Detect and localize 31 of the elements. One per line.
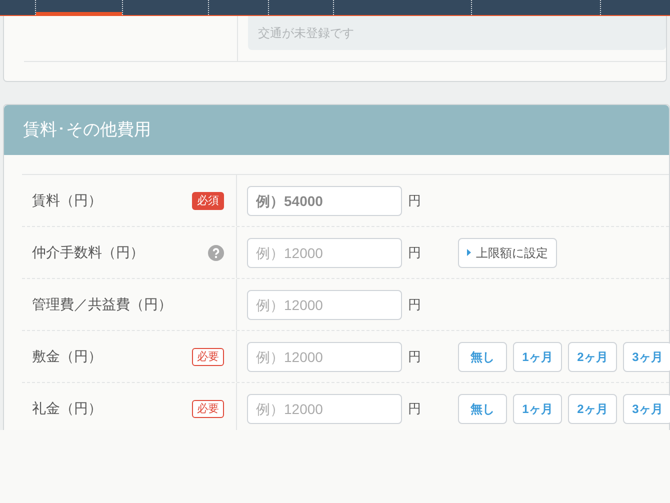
- notice-text: 交通が未登録です: [258, 25, 354, 42]
- field-label: 敷金（円）: [32, 347, 102, 366]
- section-title: 賃料･その他費用: [23, 119, 151, 142]
- preset-button[interactable]: 無し: [458, 342, 507, 372]
- preset-button[interactable]: 1ヶ月: [513, 342, 562, 372]
- preset-button[interactable]: 2ヶ月: [568, 342, 617, 372]
- unit-label: 円: [408, 348, 422, 366]
- preset-button[interactable]: 2ヶ月: [568, 394, 617, 424]
- nav-tab[interactable]: [35, 0, 122, 15]
- field-label: 仲介手数料（円）: [32, 243, 144, 262]
- unit-label: 円: [408, 296, 422, 314]
- field-label: 賃料（円）: [32, 191, 102, 210]
- triangle-icon: [467, 249, 471, 256]
- preset-button[interactable]: 1ヶ月: [513, 394, 562, 424]
- amount-input[interactable]: 例）12000: [247, 290, 402, 320]
- amount-input[interactable]: 例）12000: [247, 238, 402, 268]
- field-label: 礼金（円）: [32, 399, 102, 418]
- required-badge: 必要: [192, 400, 224, 418]
- unit-label: 円: [408, 244, 422, 262]
- amount-input[interactable]: 例）12000: [247, 394, 402, 424]
- amount-input[interactable]: 例）12000: [247, 342, 402, 372]
- unit-label: 円: [408, 400, 422, 418]
- set-max-button[interactable]: 上限額に設定: [458, 238, 557, 268]
- help-icon[interactable]: [208, 244, 224, 260]
- required-badge: 必須: [192, 192, 224, 210]
- preset-button[interactable]: 3ヶ月: [623, 394, 670, 424]
- field-label: 管理費／共益費（円）: [32, 295, 172, 314]
- preset-button[interactable]: 3ヶ月: [623, 342, 670, 372]
- preset-button[interactable]: 無し: [458, 394, 507, 424]
- required-badge: 必要: [192, 348, 224, 366]
- unit-label: 円: [408, 192, 422, 210]
